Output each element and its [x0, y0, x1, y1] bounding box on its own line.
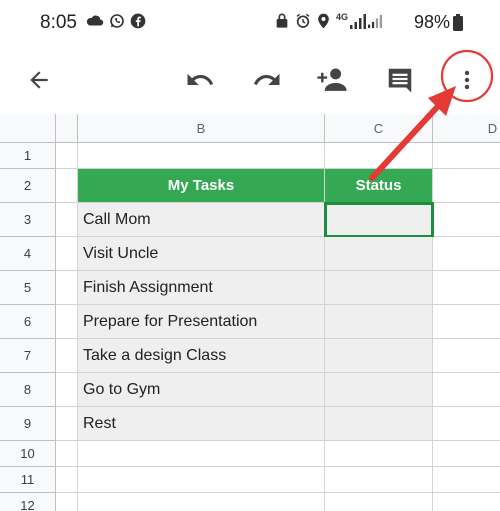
status-time: 8:05	[40, 12, 77, 33]
status-cell[interactable]	[325, 407, 433, 441]
task-cell[interactable]: Take a design Class	[78, 339, 325, 373]
sheet-cell[interactable]	[433, 169, 500, 203]
battery-icon	[453, 14, 463, 31]
sheet-cell[interactable]	[433, 271, 500, 305]
back-button[interactable]	[21, 62, 57, 98]
sheet-cell[interactable]	[56, 305, 78, 339]
network-type-label: 4G	[335, 12, 348, 22]
sheet-cell[interactable]	[56, 169, 78, 203]
sheet-cell[interactable]	[56, 493, 78, 511]
task-cell[interactable]: Call Mom	[78, 203, 325, 237]
row-header[interactable]: 2	[0, 169, 56, 203]
sheet-cell[interactable]	[433, 441, 500, 467]
sheet-cell[interactable]	[433, 143, 500, 169]
spreadsheet-grid: B C D 1 2 My Tasks Status 3 Call Mom 4 Visit Un…	[0, 114, 500, 511]
row-header[interactable]: 3	[0, 203, 56, 237]
sheet-cell[interactable]	[325, 493, 433, 511]
row-header[interactable]: 4	[0, 237, 56, 271]
sheet-cell[interactable]	[56, 143, 78, 169]
column-header-a[interactable]	[56, 114, 78, 143]
row-header[interactable]: 12	[0, 493, 56, 511]
row-header[interactable]: 6	[0, 305, 56, 339]
task-cell[interactable]: Go to Gym	[78, 373, 325, 407]
more-vertical-icon	[464, 70, 470, 90]
signal-strength-secondary-icon	[368, 14, 382, 29]
sheet-cell[interactable]	[56, 271, 78, 305]
sheet-cell[interactable]	[433, 467, 500, 493]
row-header[interactable]: 11	[0, 467, 56, 493]
back-arrow-icon	[30, 71, 48, 89]
app-toolbar	[0, 46, 500, 114]
status-system-icons: 4G	[275, 13, 382, 29]
sheet-cell[interactable]	[78, 467, 325, 493]
sheet-cell[interactable]	[433, 237, 500, 271]
redo-button[interactable]	[249, 62, 285, 98]
selected-cell-c3[interactable]	[324, 202, 434, 238]
column-header-b[interactable]: B	[78, 114, 325, 143]
task-cell[interactable]: Visit Uncle	[78, 237, 325, 271]
location-icon	[318, 13, 329, 29]
signal-strength-icon	[350, 14, 366, 29]
comment-icon	[388, 68, 412, 93]
status-cell[interactable]	[325, 373, 433, 407]
sheet-cell[interactable]	[433, 493, 500, 511]
row-header[interactable]: 9	[0, 407, 56, 441]
row-header[interactable]: 8	[0, 373, 56, 407]
task-cell[interactable]: Rest	[78, 407, 325, 441]
sheet-cell[interactable]	[433, 373, 500, 407]
task-cell[interactable]: Prepare for Presentation	[78, 305, 325, 339]
alarm-icon	[296, 13, 310, 28]
sheet-cell[interactable]	[325, 143, 433, 169]
sheet-cell[interactable]	[433, 203, 500, 237]
column-header-c[interactable]: C	[325, 114, 433, 143]
sheet-cell[interactable]	[325, 467, 433, 493]
sheet-cell[interactable]	[56, 407, 78, 441]
sheet-cell[interactable]	[433, 305, 500, 339]
status-bar: 8:05 4G 98%	[0, 0, 500, 46]
header-cell-status[interactable]: Status	[325, 169, 433, 203]
cloud-icon	[86, 15, 104, 26]
battery-percent: 98%	[413, 12, 450, 32]
add-person-icon	[317, 68, 347, 91]
sheet-cell[interactable]	[433, 339, 500, 373]
sheet-cell[interactable]	[433, 407, 500, 441]
comment-button[interactable]	[382, 62, 418, 98]
sheet-cell[interactable]	[56, 339, 78, 373]
status-notification-icons	[86, 13, 146, 29]
task-cell[interactable]: Finish Assignment	[78, 271, 325, 305]
column-header-d[interactable]: D	[433, 114, 500, 143]
redo-icon	[254, 73, 280, 85]
whatsapp-icon	[110, 14, 124, 28]
row-header[interactable]: 5	[0, 271, 56, 305]
lock-icon	[276, 13, 288, 28]
facebook-icon	[130, 13, 146, 29]
share-add-person-button[interactable]	[314, 62, 350, 98]
status-cell[interactable]	[325, 237, 433, 271]
sheet-cell[interactable]	[78, 441, 325, 467]
row-header[interactable]: 10	[0, 441, 56, 467]
sheet-cell[interactable]	[56, 441, 78, 467]
row-header[interactable]: 7	[0, 339, 56, 373]
more-options-button[interactable]	[449, 62, 485, 98]
sheet-cell[interactable]	[78, 493, 325, 511]
sheet-cell[interactable]	[56, 467, 78, 493]
select-all-corner[interactable]	[0, 114, 56, 143]
row-header[interactable]: 1	[0, 143, 56, 169]
undo-icon	[187, 73, 214, 85]
status-cell[interactable]	[325, 271, 433, 305]
header-cell-my-tasks[interactable]: My Tasks	[78, 169, 325, 203]
sheet-cell[interactable]	[56, 373, 78, 407]
sheet-cell[interactable]	[78, 143, 325, 169]
sheet-cell[interactable]	[56, 237, 78, 271]
status-cell[interactable]	[325, 339, 433, 373]
sheet-cell[interactable]	[325, 441, 433, 467]
status-cell[interactable]	[325, 305, 433, 339]
undo-button[interactable]	[182, 62, 218, 98]
mobile-signal: 4G	[336, 13, 382, 29]
sheet-cell[interactable]	[56, 203, 78, 237]
